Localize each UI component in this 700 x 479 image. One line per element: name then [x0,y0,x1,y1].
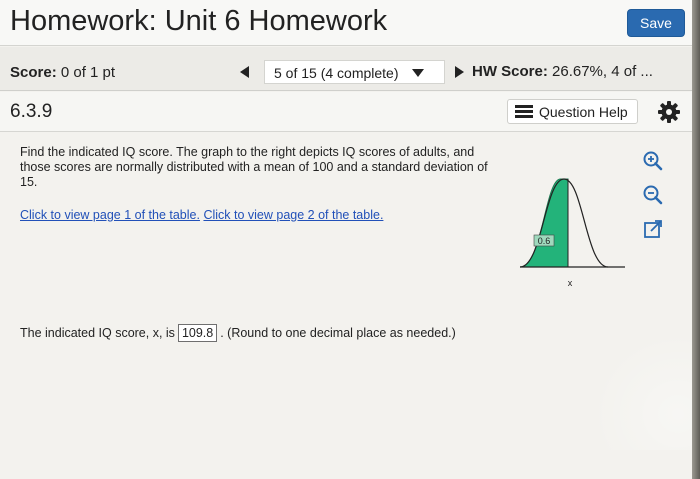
area-label: 0.6 [538,236,551,246]
zoom-in-icon[interactable] [641,149,665,173]
question-help-label: Question Help [539,104,628,120]
gear-icon[interactable] [657,100,681,124]
list-icon [515,105,533,119]
question-content: Find the indicated IQ score. The graph t… [0,133,692,479]
table-page-2-link[interactable]: Click to view page 2 of the table. [203,208,383,222]
caret-down-icon [412,69,424,77]
page-title: Homework: Unit 6 Homework [10,5,388,37]
title-bar: Homework: Unit 6 Homework Save [0,0,692,46]
shaded-area [520,178,569,268]
table-links: Click to view page 1 of the table. Click… [20,208,383,222]
score-value: 0 of 1 pt [56,64,116,81]
question-help-button[interactable]: Question Help [507,99,638,124]
answer-suffix: . (Round to one decimal place as needed.… [220,326,456,340]
question-number: 6.3.9 [10,101,53,122]
score-display: Score: 0 of 1 pt [10,64,115,81]
answer-input[interactable]: 109.8 [177,324,218,342]
question-progress-dropdown[interactable]: 5 of 15 (4 complete) [264,60,445,84]
popout-icon[interactable] [641,217,665,241]
hw-score-value: 26.67%, 4 of ... [547,63,653,80]
hw-score-display: HW Score: 26.67%, 4 of ... [472,63,653,80]
answer-prefix: The indicated IQ score, x, is [20,326,175,340]
previous-question-button[interactable] [240,65,252,79]
monitor-bezel [692,0,700,479]
save-button[interactable]: Save [627,9,685,37]
score-label: Score: [10,64,57,81]
next-question-button[interactable] [453,65,465,79]
hw-score-label: HW Score: [472,63,548,80]
x-axis-label: x [568,278,573,288]
table-page-1-link[interactable]: Click to view page 1 of the table. [20,208,200,222]
answer-line: The indicated IQ score, x, is 109.8 . (R… [20,324,456,342]
question-bar: 6.3.9 Question Help [0,92,692,132]
normal-distribution-graph: 0.6 x [520,178,625,288]
homework-screen: Homework: Unit 6 Homework Save Score: 0 … [0,0,692,479]
zoom-out-icon[interactable] [641,183,665,207]
problem-text: Find the indicated IQ score. The graph t… [20,145,488,189]
score-bar: Score: 0 of 1 pt 5 of 15 (4 complete) HW… [0,47,692,91]
question-progress-text: 5 of 15 (4 complete) [274,65,399,81]
